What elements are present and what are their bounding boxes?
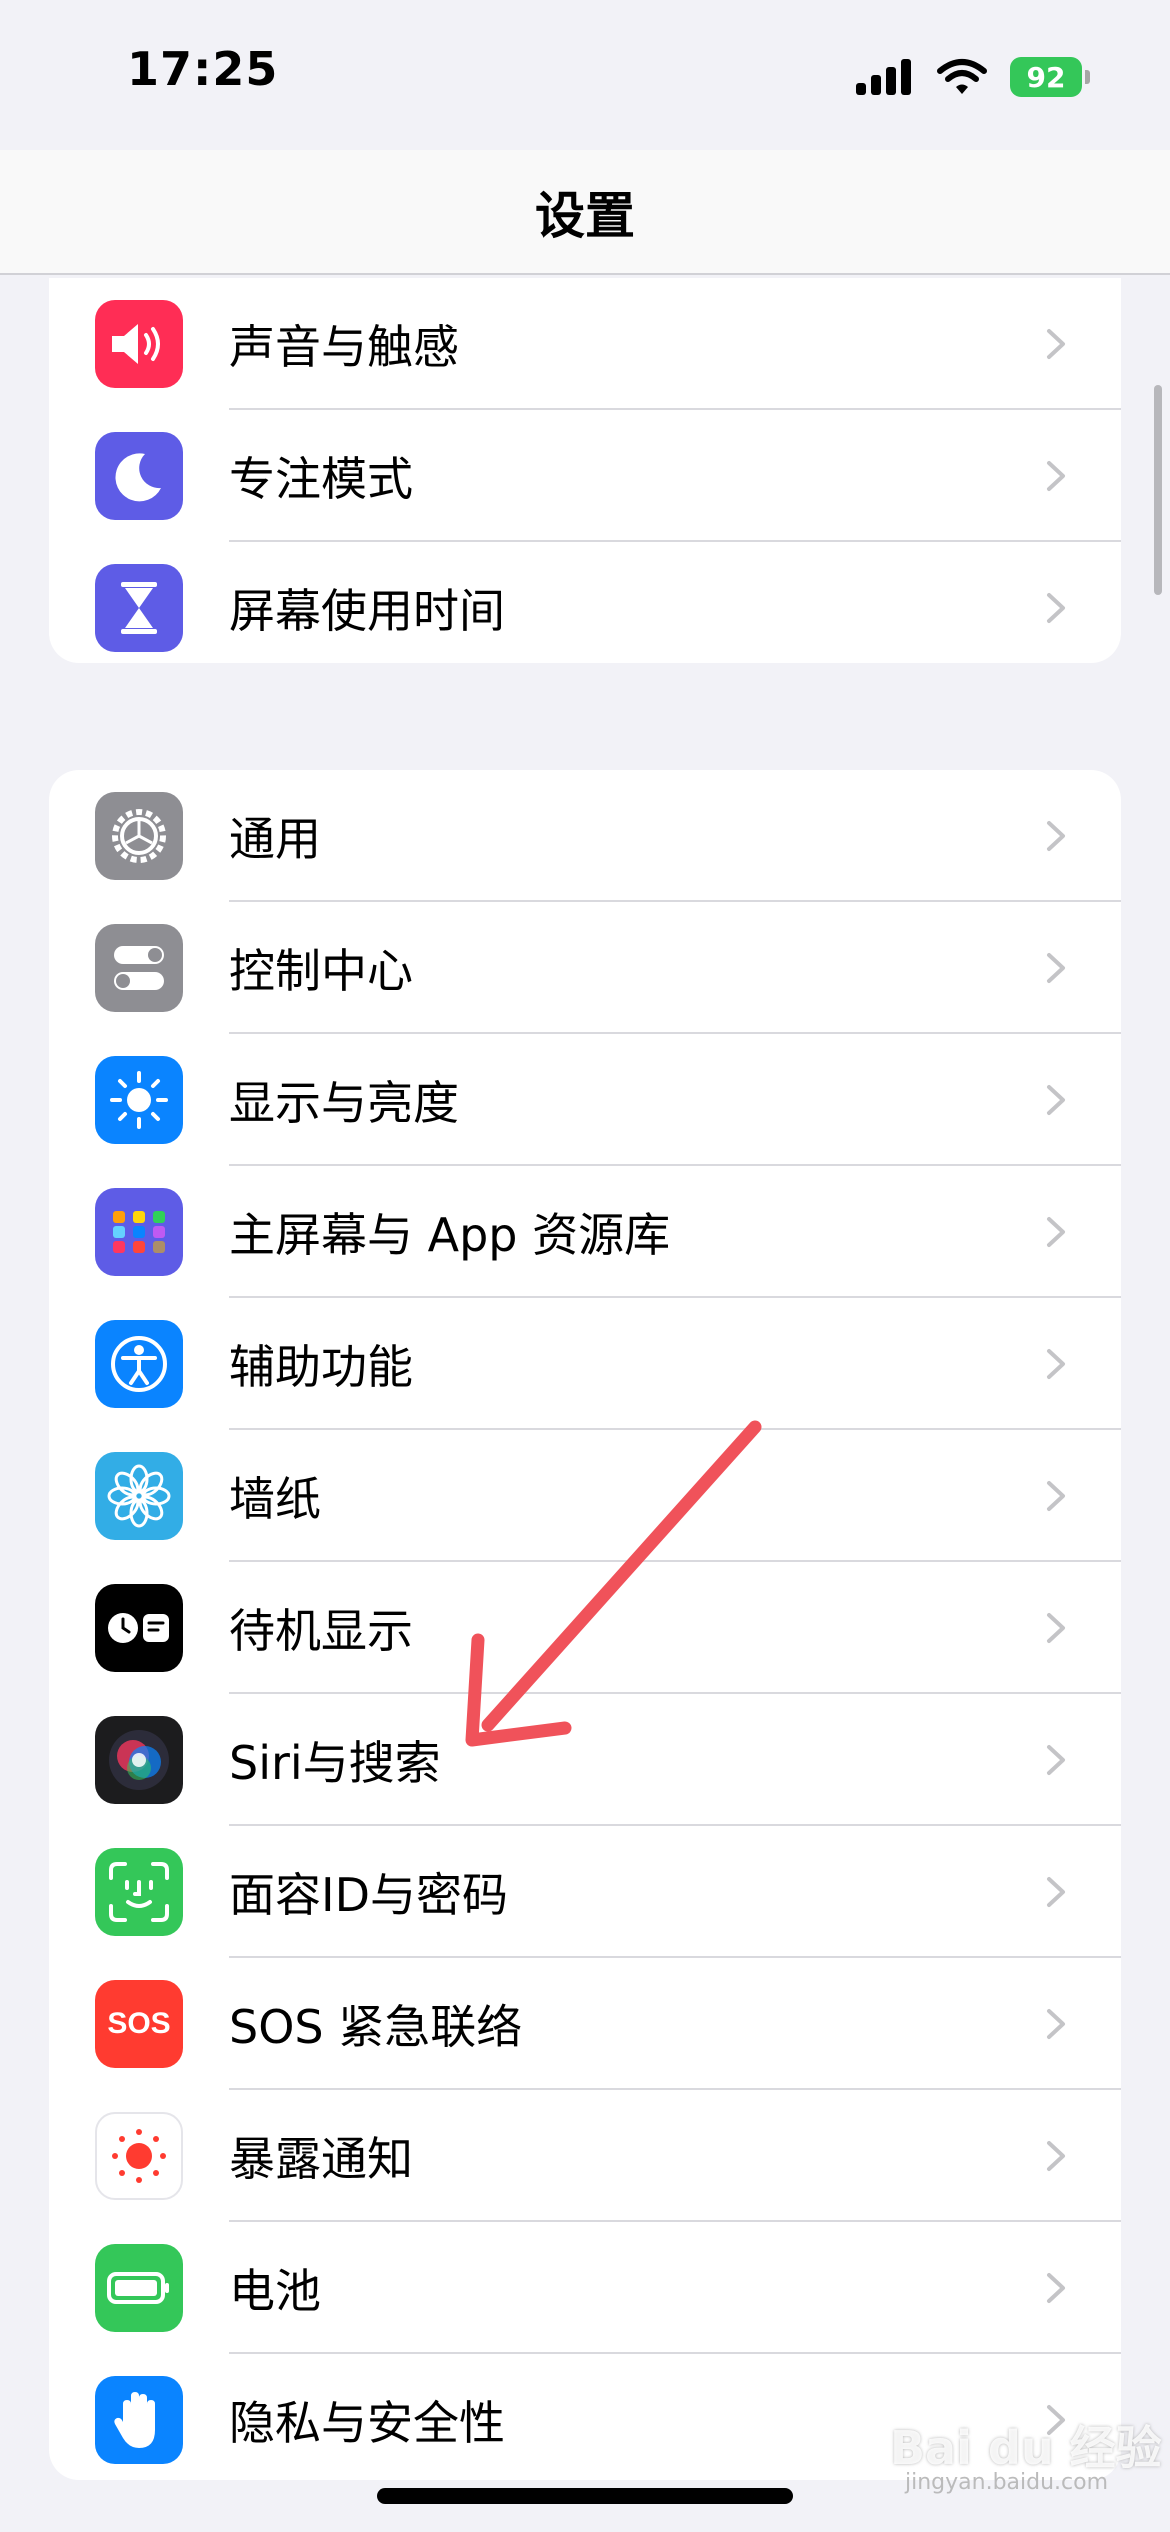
settings-row-home-screen[interactable]: 主屏幕与 App 资源库 xyxy=(49,1166,1121,1298)
home-indicator[interactable] xyxy=(377,2488,793,2504)
chevron-right-icon xyxy=(1047,953,1065,983)
settings-row-label: 主屏幕与 App 资源库 xyxy=(229,1208,671,1262)
settings-row-label: 待机显示 xyxy=(229,1604,413,1658)
settings-row-face-id[interactable]: 面容ID与密码 xyxy=(49,1826,1121,1958)
sun-icon xyxy=(95,1056,183,1144)
settings-row-label: 控制中心 xyxy=(229,944,413,998)
battery-indicator: 92 xyxy=(1010,57,1090,97)
settings-row-label: 电池 xyxy=(229,2264,321,2318)
chevron-right-icon xyxy=(1047,1745,1065,1775)
settings-row-sos[interactable]: SOS SOS 紧急联络 xyxy=(49,1958,1121,2090)
settings-row-label: 墙纸 xyxy=(229,1472,321,1526)
speaker-icon xyxy=(95,300,183,388)
scroll-indicator[interactable] xyxy=(1154,385,1162,595)
sos-icon: SOS xyxy=(95,1980,183,2068)
chevron-right-icon xyxy=(1047,1085,1065,1115)
chevron-right-icon xyxy=(1047,593,1065,623)
standby-icon xyxy=(95,1584,183,1672)
wifi-icon xyxy=(937,59,987,94)
siri-icon xyxy=(95,1716,183,1804)
settings-row-accessibility[interactable]: 辅助功能 xyxy=(49,1298,1121,1430)
settings-row-exposure[interactable]: 暴露通知 xyxy=(49,2090,1121,2222)
chevron-right-icon xyxy=(1047,2141,1065,2171)
settings-row-battery[interactable]: 电池 xyxy=(49,2222,1121,2354)
battery-percent: 92 xyxy=(1026,60,1066,94)
watermark-url: jingyan.baidu.com xyxy=(905,2470,1109,2495)
nav-bar: 设置 xyxy=(0,150,1170,275)
chevron-right-icon xyxy=(1047,1349,1065,1379)
battery-icon xyxy=(95,2244,183,2332)
watermark: Bai du 经验 xyxy=(890,2421,1162,2475)
moon-icon xyxy=(95,432,183,520)
status-time: 17:25 xyxy=(127,42,279,96)
settings-group-1: 声音与触感 专注模式 屏幕使用时间 xyxy=(49,278,1121,663)
settings-row-focus[interactable]: 专注模式 xyxy=(49,410,1121,542)
chevron-right-icon xyxy=(1047,1481,1065,1511)
settings-group-2: 通用 控制中心 显示与亮度 主屏幕与 App 资源库 辅助功能 墙纸 待机显示 … xyxy=(49,770,1121,2480)
toggles-icon xyxy=(95,924,183,1012)
accessibility-icon xyxy=(95,1320,183,1408)
hand-icon xyxy=(95,2376,183,2464)
settings-row-sounds[interactable]: 声音与触感 xyxy=(49,278,1121,410)
settings-row-label: 屏幕使用时间 xyxy=(229,584,505,638)
settings-row-display[interactable]: 显示与亮度 xyxy=(49,1034,1121,1166)
status-bar: 17:25 92 xyxy=(0,0,1170,150)
settings-row-label: SOS 紧急联络 xyxy=(229,2000,523,2054)
settings-row-label: 专注模式 xyxy=(229,452,413,506)
settings-row-siri[interactable]: Siri与搜索 xyxy=(49,1694,1121,1826)
status-icons: 92 xyxy=(854,52,1090,102)
flower-icon xyxy=(95,1452,183,1540)
gear-icon xyxy=(95,792,183,880)
settings-row-label: Siri与搜索 xyxy=(229,1736,441,1790)
settings-row-label: 隐私与安全性 xyxy=(229,2396,505,2450)
chevron-right-icon xyxy=(1047,2009,1065,2039)
app-grid-icon xyxy=(95,1188,183,1276)
settings-row-standby[interactable]: 待机显示 xyxy=(49,1562,1121,1694)
settings-row-label: 暴露通知 xyxy=(229,2132,413,2186)
chevron-right-icon xyxy=(1047,329,1065,359)
face-id-icon xyxy=(95,1848,183,1936)
settings-row-label: 声音与触感 xyxy=(229,320,459,374)
exposure-icon xyxy=(95,2112,183,2200)
settings-row-label: 面容ID与密码 xyxy=(229,1868,508,1922)
hourglass-icon xyxy=(95,564,183,652)
settings-row-label: 辅助功能 xyxy=(229,1340,413,1394)
chevron-right-icon xyxy=(1047,1877,1065,1907)
settings-row-label: 通用 xyxy=(229,812,321,866)
settings-row-general[interactable]: 通用 xyxy=(49,770,1121,902)
chevron-right-icon xyxy=(1047,1217,1065,1247)
chevron-right-icon xyxy=(1047,1613,1065,1643)
settings-row-label: 显示与亮度 xyxy=(229,1076,459,1130)
page-title: 设置 xyxy=(535,187,635,245)
settings-row-control-center[interactable]: 控制中心 xyxy=(49,902,1121,1034)
chevron-right-icon xyxy=(1047,461,1065,491)
settings-row-screen-time[interactable]: 屏幕使用时间 xyxy=(49,542,1121,663)
settings-row-wallpaper[interactable]: 墙纸 xyxy=(49,1430,1121,1562)
chevron-right-icon xyxy=(1047,2273,1065,2303)
sos-icon-text: SOS xyxy=(107,2007,171,2040)
chevron-right-icon xyxy=(1047,821,1065,851)
cellular-signal-icon xyxy=(856,59,911,95)
